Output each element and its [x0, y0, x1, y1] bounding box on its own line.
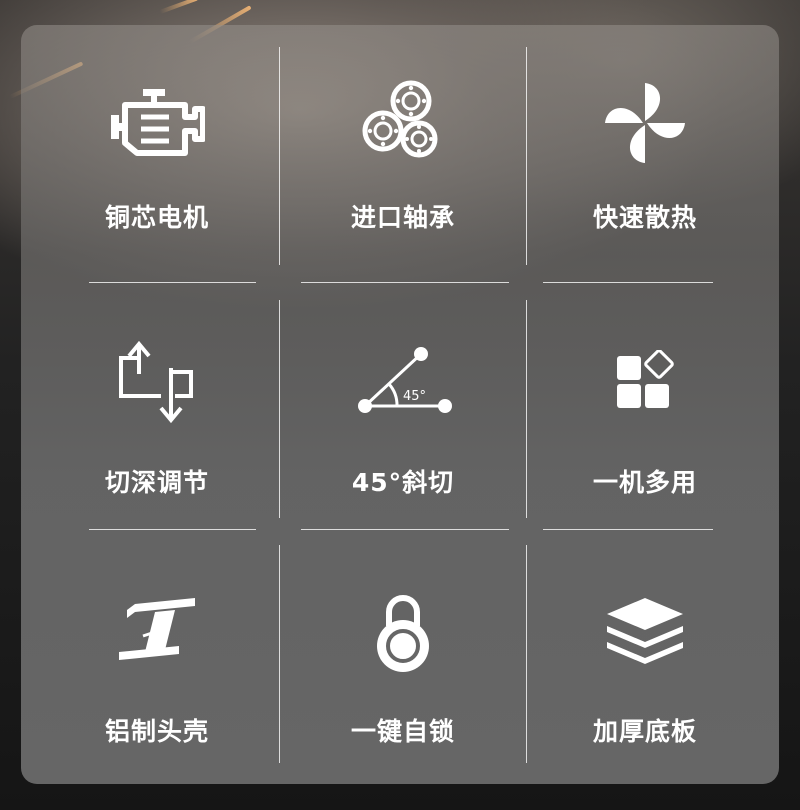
feature-thick-base: 加厚底板	[525, 530, 765, 780]
multi-use-icon	[525, 350, 765, 414]
engine-icon	[37, 87, 277, 159]
depth-adjust-icon	[37, 338, 277, 428]
fan-icon	[525, 81, 765, 165]
feature-one-key-lock: 一键自锁	[283, 530, 523, 780]
feature-label: 切深调节	[104, 468, 209, 497]
angle-text: 45°	[403, 389, 426, 404]
feature-label: 加厚底板	[592, 717, 697, 746]
grid-divider	[279, 47, 280, 265]
feature-multi-use: 一机多用	[525, 280, 765, 530]
feature-fast-cooling: 快速散热	[525, 25, 765, 275]
feature-label: 铝制头壳	[104, 717, 209, 746]
grid-divider	[279, 300, 280, 518]
grid-divider	[279, 545, 280, 763]
feature-aluminum-head: 铝制头壳	[37, 530, 277, 780]
bevel-angle-icon: 45°	[283, 342, 523, 418]
feature-label: 一机多用	[592, 468, 697, 497]
feature-label: 一键自锁	[350, 717, 455, 746]
lock-icon	[283, 594, 523, 674]
feature-copper-motor: 铜芯电机	[37, 25, 277, 275]
feature-label: 进口轴承	[350, 203, 455, 232]
bearing-icon	[283, 79, 523, 163]
aluminum-beam-icon	[37, 596, 277, 666]
feature-depth-adjust: 切深调节	[37, 280, 277, 530]
feature-label: 快速散热	[592, 203, 697, 232]
layers-icon	[525, 594, 765, 670]
feature-label: 45°斜切	[351, 468, 455, 497]
feature-imported-bearing: 进口轴承	[283, 25, 523, 275]
feature-label: 铜芯电机	[104, 203, 209, 232]
features-panel: 铜芯电机 进口轴承 快速散热 切深调节 45° 45°斜切 一机多用 铝制头壳 …	[21, 25, 779, 784]
feature-bevel-cut: 45° 45°斜切	[283, 280, 523, 530]
